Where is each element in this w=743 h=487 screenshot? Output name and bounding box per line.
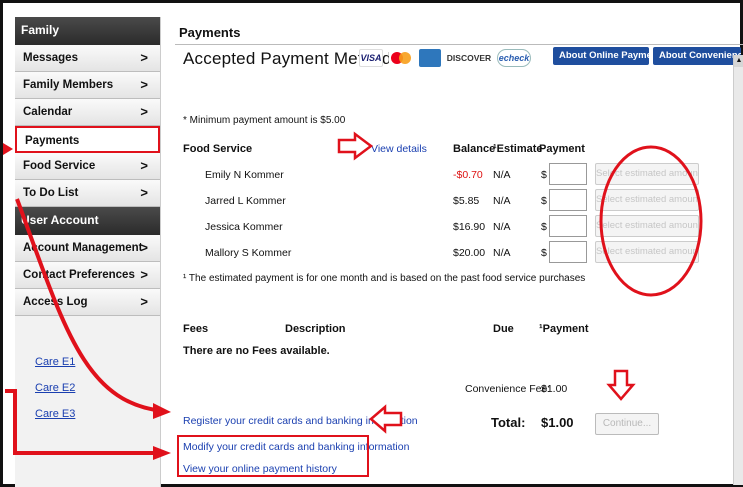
- sidebar-item-payments[interactable]: Payments: [15, 126, 160, 153]
- student-name: Jarred L Kommer: [205, 195, 286, 207]
- student-name: Emily N Kommer: [205, 169, 284, 181]
- sidebar-links: Care E1 Care E2 Care E3: [15, 316, 160, 420]
- chevron-right-icon: >: [140, 294, 148, 309]
- sidebar-item-label: Calendar: [23, 106, 73, 118]
- minimum-payment-note: * Minimum payment amount is $5.00: [183, 115, 346, 126]
- sidebar-item-account-management[interactable]: Account Management >: [15, 235, 160, 262]
- sidebar-item-label: Family Members: [23, 79, 114, 91]
- header-food-service: Food Service: [183, 143, 253, 155]
- sidebar-item-label: Payments: [25, 135, 80, 147]
- select-estimated-amount-button[interactable]: Select estimated amount: [595, 189, 699, 211]
- sidebar-item-label: To Do List: [23, 187, 79, 199]
- select-estimated-amount-button[interactable]: Select estimated amount: [595, 241, 699, 263]
- chevron-right-icon: >: [140, 77, 148, 92]
- link-care-e3[interactable]: Care E3: [35, 408, 160, 420]
- sidebar-item-food-service[interactable]: Food Service >: [15, 153, 160, 180]
- table-row: Mallory S Kommer $20.00 N/A $ Select est…: [175, 241, 735, 267]
- sidebar-item-to-do-list[interactable]: To Do List >: [15, 180, 160, 207]
- sidebar-item-label: Food Service: [23, 160, 96, 172]
- student-estimate: N/A: [493, 195, 511, 207]
- register-cards-link[interactable]: Register your credit cards and banking i…: [183, 415, 418, 427]
- sidebar-item-family-members[interactable]: Family Members >: [15, 72, 160, 99]
- student-balance: $20.00: [453, 247, 486, 259]
- sidebar-item-label: Account Management: [23, 242, 143, 254]
- chevron-right-icon: >: [140, 158, 148, 173]
- payment-amount-input[interactable]: [549, 215, 587, 237]
- chevron-right-icon: >: [140, 240, 148, 255]
- header-due: Due: [493, 323, 514, 335]
- sidebar-item-contact-preferences[interactable]: Contact Preferences >: [15, 262, 160, 289]
- sidebar-item-access-log[interactable]: Access Log >: [15, 289, 160, 316]
- student-balance: $5.85: [453, 195, 480, 207]
- about-online-payments-button[interactable]: About Online Payments ▶: [553, 47, 649, 65]
- table-row: Jessica Kommer $16.90 N/A $ Select estim…: [175, 215, 735, 241]
- chevron-right-icon: >: [140, 185, 148, 200]
- convenience-fee-value: $1.00: [541, 383, 568, 395]
- highlight-box: [177, 435, 369, 477]
- convenience-fee-label: Convenience Fee:: [465, 383, 551, 395]
- select-estimated-amount-button[interactable]: Select estimated amount: [595, 163, 699, 185]
- sidebar-item-messages[interactable]: Messages >: [15, 45, 160, 72]
- table-row: Emily N Kommer -$0.70 N/A $ Select estim…: [175, 163, 735, 189]
- accepted-payment-methods: Accepted Payment Methods VISA DISCOVER e…: [183, 47, 743, 73]
- total-label: Total:: [491, 415, 526, 430]
- total-value: $1.00: [541, 415, 574, 430]
- student-estimate: N/A: [493, 247, 511, 259]
- student-balance: $16.90: [453, 221, 486, 233]
- continue-button[interactable]: Continue...: [595, 413, 659, 435]
- scroll-up-icon[interactable]: ▲: [734, 55, 743, 67]
- header-balance: Balance: [453, 143, 496, 155]
- no-fees-message: There are no Fees available.: [183, 345, 330, 357]
- table-row: Jarred L Kommer $5.85 N/A $ Select estim…: [175, 189, 735, 215]
- amex-logo: [419, 49, 441, 67]
- arrow-payments-icon: [3, 143, 13, 155]
- link-care-e1[interactable]: Care E1: [35, 356, 160, 368]
- dollar-sign: $: [541, 247, 547, 259]
- page-title: Payments: [175, 17, 743, 45]
- chevron-right-icon: >: [140, 267, 148, 282]
- student-balance: -$0.70: [453, 169, 483, 181]
- sidebar-section-family: Family: [15, 17, 160, 45]
- scrollbar[interactable]: ▲: [733, 55, 743, 485]
- student-name: Jessica Kommer: [205, 221, 283, 233]
- estimate-footnote: ¹ The estimated payment is for one month…: [183, 273, 586, 284]
- sidebar: Family Messages > Family Members > Calenda…: [15, 17, 161, 487]
- student-estimate: N/A: [493, 221, 511, 233]
- about-convenience-button[interactable]: About Convenience: [653, 47, 741, 65]
- dollar-sign: $: [541, 221, 547, 233]
- header-description: Description: [285, 323, 346, 335]
- header-estimate: ¹Estimate: [493, 143, 543, 155]
- student-name: Mallory S Kommer: [205, 247, 292, 259]
- window-frame: Family Messages > Family Members > Calenda…: [0, 0, 743, 487]
- link-care-e2[interactable]: Care E2: [35, 382, 160, 394]
- sidebar-item-calendar[interactable]: Calendar >: [15, 99, 160, 126]
- chevron-right-icon: >: [140, 104, 148, 119]
- echeck-logo: echeck: [497, 49, 531, 67]
- header-payment: Payment: [539, 143, 585, 155]
- sidebar-item-label: Contact Preferences: [23, 269, 135, 281]
- visa-logo: VISA: [359, 49, 383, 67]
- card-logos: VISA DISCOVER echeck: [359, 49, 531, 67]
- sidebar-item-label: Access Log: [23, 296, 88, 308]
- sidebar-section-user-account: User Account: [15, 207, 160, 235]
- main-content: Payments Accepted Payment Methods VISA D…: [175, 17, 743, 487]
- discover-logo: DISCOVER: [447, 49, 491, 67]
- view-details-link[interactable]: View details: [371, 143, 427, 155]
- student-estimate: N/A: [493, 169, 511, 181]
- select-estimated-amount-button[interactable]: Select estimated amount: [595, 215, 699, 237]
- payment-amount-input[interactable]: [549, 189, 587, 211]
- header-fees: Fees: [183, 323, 209, 335]
- header-fee-payment: ¹Payment: [539, 323, 589, 335]
- dollar-sign: $: [541, 195, 547, 207]
- payment-amount-input[interactable]: [549, 163, 587, 185]
- mastercard-logo: [389, 49, 413, 67]
- chevron-right-icon: >: [140, 50, 148, 65]
- payment-amount-input[interactable]: [549, 241, 587, 263]
- sidebar-item-label: Messages: [23, 52, 78, 64]
- dollar-sign: $: [541, 169, 547, 181]
